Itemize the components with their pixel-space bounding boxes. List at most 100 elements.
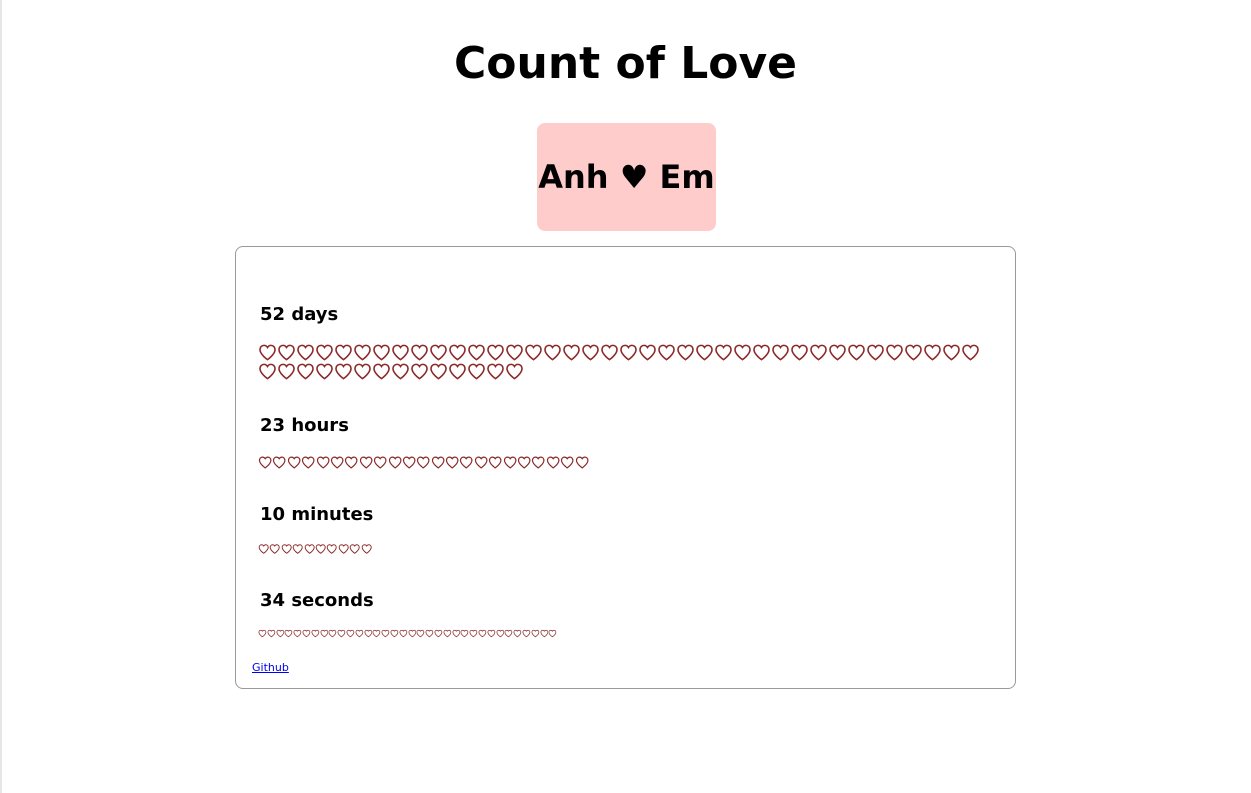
heart-outline-icon — [531, 629, 539, 638]
heart-outline-icon — [373, 344, 390, 361]
heart-outline-icon — [408, 629, 416, 638]
heart-outline-icon — [434, 629, 443, 638]
heart-outline-icon — [399, 629, 407, 638]
page-edge — [0, 0, 2, 793]
heart-outline-icon — [943, 344, 960, 361]
heart-outline-icon — [772, 344, 789, 361]
heart-outline-icon — [297, 344, 314, 361]
heart-outline-icon — [431, 456, 445, 469]
heart-outline-icon — [373, 363, 390, 380]
seconds-label: 34 seconds — [260, 590, 374, 611]
heart-outline-icon — [582, 344, 599, 361]
heart-outline-icon — [316, 344, 333, 361]
heart-outline-icon — [532, 456, 545, 469]
heart-outline-icon — [829, 344, 846, 361]
heart-outline-icon — [563, 344, 580, 361]
heart-outline-icon — [696, 344, 713, 361]
heart-outline-icon — [337, 629, 346, 638]
heart-outline-icon — [487, 344, 504, 361]
heart-outline-icon — [258, 456, 272, 469]
heart-outline-icon — [452, 629, 460, 638]
github-link[interactable]: Github — [252, 661, 289, 674]
heart-outline-icon — [445, 456, 459, 469]
heart-outline-icon — [374, 456, 387, 469]
heart-outline-icon — [392, 363, 409, 380]
heart-outline-icon — [359, 456, 373, 469]
heart-outline-icon — [281, 544, 292, 554]
heart-outline-icon — [503, 456, 517, 469]
heart-outline-icon — [469, 629, 478, 638]
heart-outline-icon — [496, 629, 504, 638]
heart-outline-icon — [548, 629, 557, 638]
heart-outline-icon — [487, 629, 495, 638]
heart-outline-icon — [316, 363, 333, 380]
heart-outline-icon — [354, 363, 371, 380]
heart-outline-icon — [430, 344, 447, 361]
heart-outline-icon — [513, 629, 522, 638]
heart-outline-icon — [273, 456, 286, 469]
heart-outline-icon — [791, 344, 808, 361]
heart-outline-icon — [258, 629, 267, 638]
heart-outline-icon — [734, 344, 751, 361]
hours-hearts — [258, 455, 998, 470]
heart-outline-icon — [677, 344, 694, 361]
heart-outline-icon — [504, 629, 513, 638]
heart-outline-icon — [292, 544, 303, 554]
heart-outline-icon — [517, 456, 531, 469]
heart-outline-icon — [460, 629, 469, 638]
heart-outline-icon — [540, 629, 548, 638]
heart-outline-icon — [327, 544, 338, 554]
heart-outline-icon — [658, 344, 675, 361]
heart-outline-icon — [487, 363, 504, 380]
heart-outline-icon — [267, 629, 276, 638]
heart-outline-icon — [449, 363, 466, 380]
heart-outline-icon — [311, 629, 320, 638]
heart-outline-icon — [546, 456, 560, 469]
heart-outline-icon — [316, 456, 330, 469]
heart-outline-icon — [449, 344, 466, 361]
heart-outline-icon — [349, 544, 360, 554]
minutes-label: 10 minutes — [260, 504, 374, 525]
heart-outline-icon — [489, 456, 502, 469]
heart-outline-icon — [315, 544, 326, 554]
minutes-hearts — [258, 543, 998, 555]
heart-outline-icon — [601, 344, 618, 361]
heart-outline-icon — [430, 363, 447, 380]
heart-outline-icon — [544, 344, 561, 361]
couple-badge: Anh ♥ Em — [537, 123, 716, 231]
heart-outline-icon — [338, 544, 349, 554]
heart-outline-icon — [715, 344, 732, 361]
heart-outline-icon — [392, 344, 409, 361]
heart-outline-icon — [468, 363, 485, 380]
heart-outline-icon — [335, 363, 352, 380]
heart-outline-icon — [905, 344, 922, 361]
heart-outline-icon — [411, 363, 428, 380]
heart-outline-icon — [962, 344, 979, 361]
heart-outline-icon — [417, 456, 430, 469]
heart-outline-icon — [381, 629, 390, 638]
heart-outline-icon — [259, 363, 276, 380]
heart-outline-icon — [478, 629, 487, 638]
heart-outline-icon — [372, 629, 381, 638]
heart-outline-icon — [474, 456, 488, 469]
seconds-hearts — [258, 629, 998, 638]
heart-outline-icon — [278, 344, 295, 361]
heart-outline-icon — [346, 629, 355, 638]
heart-outline-icon — [335, 344, 352, 361]
heart-outline-icon — [302, 629, 311, 638]
heart-outline-icon — [364, 629, 372, 638]
heart-outline-icon — [425, 629, 434, 638]
heart-outline-icon — [867, 344, 884, 361]
heart-outline-icon — [259, 344, 276, 361]
page-title: Count of Love — [454, 38, 797, 89]
heart-outline-icon — [810, 344, 827, 361]
counter-card: 52 days 23 hours 10 minutes 34 seconds G… — [235, 246, 1016, 689]
heart-outline-icon — [355, 629, 364, 638]
heart-outline-icon — [278, 363, 295, 380]
heart-outline-icon — [506, 363, 523, 380]
heart-outline-icon — [620, 344, 637, 361]
heart-outline-icon — [443, 629, 451, 638]
heart-outline-icon — [753, 344, 770, 361]
heart-outline-icon — [297, 363, 314, 380]
heart-outline-icon — [525, 344, 542, 361]
